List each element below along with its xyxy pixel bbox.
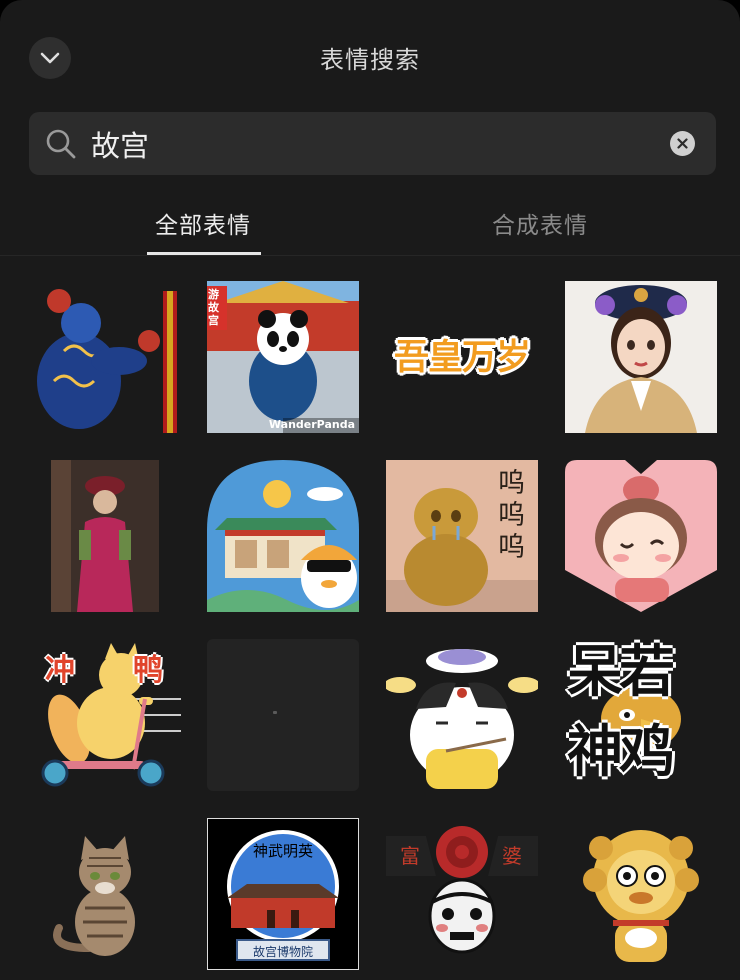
lion-guardian-image	[37, 289, 177, 433]
sticker-text-line1: 呆若	[567, 640, 675, 705]
cat-scooter-sticker[interactable]: 冲 鸭	[29, 639, 181, 791]
lion-guardian-sticker[interactable]	[29, 281, 181, 433]
header: 表情搜索	[0, 0, 740, 112]
close-icon	[677, 138, 688, 149]
cat-dinner-sticker[interactable]	[386, 639, 538, 791]
shenwu-gate-sticker[interactable]: 神武明英 故宫博物院	[207, 818, 359, 970]
qing-princess-sticker[interactable]	[565, 281, 717, 433]
sticker-grid: 游故宫 WanderPanda 吾皇万岁 呜呜呜 冲 鸭 呆若 神鸡 神武明英 …	[0, 256, 740, 980]
tab-all-stickers[interactable]: 全部表情	[155, 206, 251, 240]
tab-bar: 全部表情 合成表情	[0, 196, 740, 254]
cute-princess-pink-sticker[interactable]	[565, 460, 717, 612]
palace-duck-sunglasses-sticker[interactable]	[207, 460, 359, 612]
panda-palace-image	[207, 281, 359, 433]
rich-lady-rose-sticker[interactable]: 富 婆	[386, 818, 538, 970]
daruo-shenji-sticker[interactable]: 呆若 神鸡	[565, 639, 717, 791]
blank-dark-sticker[interactable]	[207, 639, 359, 791]
qing-princess-image	[565, 281, 717, 433]
search-input[interactable]	[89, 120, 653, 168]
search-icon	[46, 129, 76, 159]
sticker-text-left: 冲	[45, 653, 75, 688]
tabby-cat-sticker[interactable]	[29, 818, 181, 970]
clear-search-button[interactable]	[670, 131, 695, 156]
sticker-text-right: 鸭	[133, 653, 163, 688]
emoji-search-sheet: 表情搜索 全部表情 合成表情	[0, 0, 740, 980]
wu-huang-wansui-sticker[interactable]: 吾皇万岁	[386, 281, 538, 433]
costume-person-photo-sticker[interactable]	[29, 460, 181, 612]
page-title: 表情搜索	[320, 46, 420, 74]
golden-lion-cartoon-image	[583, 830, 699, 962]
sticker-text-top: 神武明英	[252, 842, 313, 860]
sticker-text: 呜呜呜	[498, 468, 525, 563]
sticker-text-bottom: 故宫博物院	[252, 945, 313, 959]
panda-palace-sticker[interactable]: 游故宫 WanderPanda	[207, 281, 359, 433]
placeholder-dot	[273, 711, 277, 714]
crying-lion-statue-sticker[interactable]: 呜呜呜	[386, 460, 538, 612]
palace-duck-image	[207, 460, 359, 612]
tabby-cat-image	[53, 836, 135, 956]
sticker-text-line2: 神鸡	[567, 720, 675, 785]
sticker-text: 吾皇万岁	[393, 338, 531, 378]
cat-dinner-image	[386, 649, 538, 789]
costume-person-photo-image	[51, 460, 159, 612]
cute-princess-pink-image	[565, 460, 717, 612]
sticker-watermark: WanderPanda	[268, 418, 355, 431]
sticker-badge: 游故宫	[208, 288, 219, 327]
golden-lion-cartoon-sticker[interactable]	[565, 818, 717, 970]
sticker-text-left: 富	[400, 844, 420, 868]
sticker-text-right: 婆	[502, 844, 522, 868]
search-bar	[29, 112, 716, 175]
tab-composite-stickers[interactable]: 合成表情	[492, 206, 588, 240]
